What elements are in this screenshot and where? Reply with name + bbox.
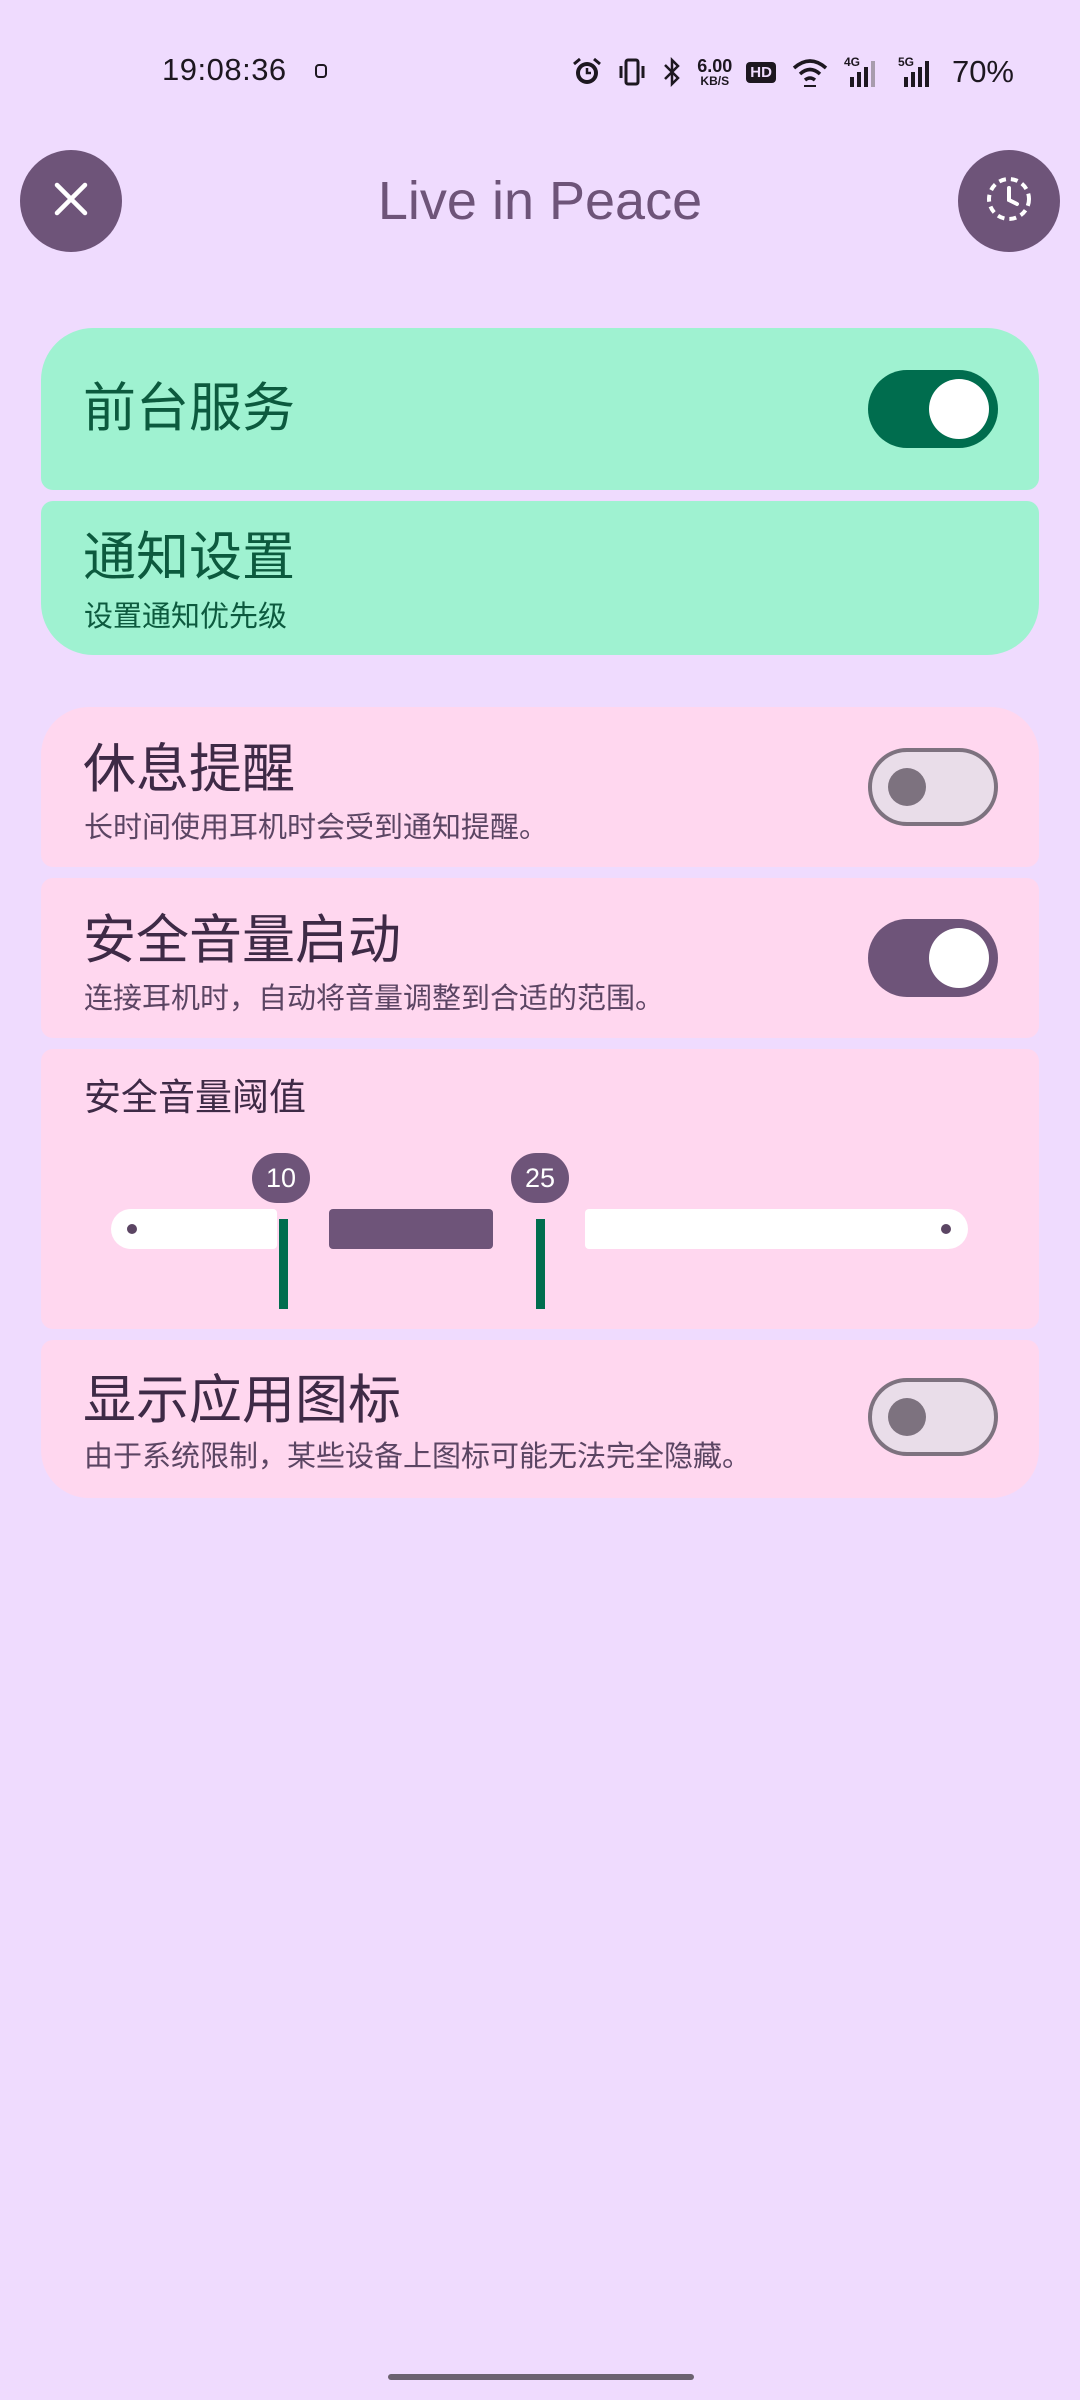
network-speed-value: 6.00 [697,56,733,76]
slider-stop-dot [941,1224,951,1234]
slider-track-active [329,1209,493,1249]
notification-dot-icon [315,64,327,78]
switch-thumb [929,928,989,988]
slider-stop-dot [127,1224,137,1234]
rest-reminder-card[interactable]: 休息提醒 长时间使用耳机时会受到通知提醒。 [41,707,1039,867]
threshold-range-slider[interactable]: 10 25 [41,1049,1039,1329]
bluetooth-icon [661,52,683,92]
foreground-service-title: 前台服务 [83,378,295,439]
signal-2-label: 5G [898,55,914,69]
foreground-service-card[interactable]: 前台服务 [41,328,1039,490]
show-app-icon-card[interactable]: 显示应用图标 由于系统限制，某些设备上图标可能无法完全隐藏。 [41,1340,1039,1498]
status-icons: 6.00 KB/S HD 4G 5G 70% [571,52,1014,92]
network-speed: 6.00 KB/S [697,57,732,87]
safe-volume-title: 安全音量启动 [83,910,401,971]
history-button[interactable] [958,150,1060,252]
notification-settings-title: 通知设置 [83,527,295,588]
alarm-icon [571,52,603,92]
gesture-nav-handle[interactable] [388,2374,694,2380]
switch-thumb [929,379,989,439]
safe-volume-subtitle: 连接耳机时，自动将音量调整到合适的范围。 [84,981,665,1015]
slider-max-value-label: 25 [511,1153,569,1203]
wifi-icon [790,52,830,92]
battery-level: 70% [951,54,1014,89]
slider-max-handle[interactable] [536,1219,545,1309]
slider-min-value-label: 10 [252,1153,310,1203]
show-app-icon-title: 显示应用图标 [83,1370,401,1431]
app-title: Live in Peace [377,171,703,231]
switch-thumb [888,768,926,806]
slider-track-inactive [585,1209,968,1249]
show-app-icon-switch[interactable] [868,1378,998,1456]
show-app-icon-subtitle: 由于系统限制，某些设备上图标可能无法完全隐藏。 [84,1439,752,1473]
switch-thumb [888,1398,926,1436]
slider-min-handle[interactable] [279,1219,288,1309]
safe-volume-threshold-card: 安全音量阈值 10 25 [41,1049,1039,1329]
rest-reminder-title: 休息提醒 [83,739,295,800]
hd-badge: HD [746,61,776,83]
cell-signal-icon: 5G [898,52,938,92]
status-time: 19:08:36 [162,52,287,87]
notification-settings-subtitle: 设置通知优先级 [84,599,288,633]
signal-1-label: 4G [844,55,860,69]
safe-volume-card[interactable]: 安全音量启动 连接耳机时，自动将音量调整到合适的范围。 [41,878,1039,1038]
history-icon [981,171,1037,231]
notification-settings-card[interactable]: 通知设置 设置通知优先级 [41,501,1039,655]
status-bar: 19:08:36 6.00 KB/S HD 4G 5G 70% [0,0,1080,140]
safe-volume-switch[interactable] [868,919,998,997]
foreground-service-switch[interactable] [868,370,998,448]
rest-reminder-subtitle: 长时间使用耳机时会受到通知提醒。 [84,810,549,844]
vibrate-icon [617,52,647,92]
rest-reminder-switch[interactable] [868,748,998,826]
cell-signal-icon: 4G [844,52,884,92]
network-speed-unit: KB/S [700,74,730,88]
